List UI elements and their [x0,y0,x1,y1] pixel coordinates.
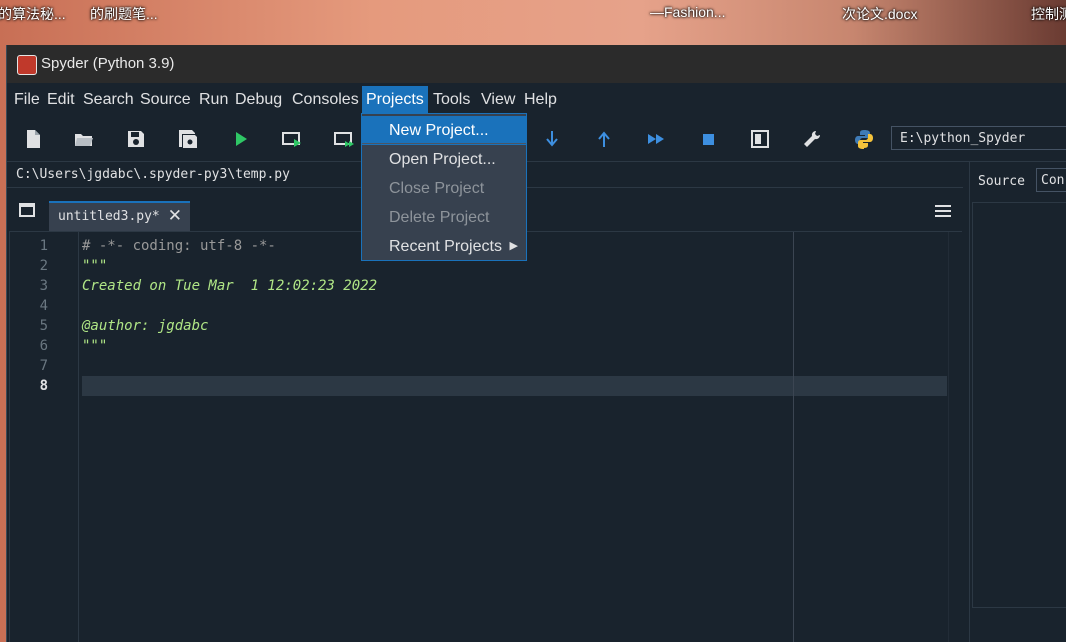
line-number: 1 [39,238,48,254]
menu-tools[interactable]: Tools [433,91,470,109]
edge-line-marker [793,232,794,642]
desktop-icon-label[interactable]: —Fashion... [650,4,725,20]
working-directory-field[interactable]: E:\python_Spyder [891,126,1066,150]
desktop-icon-label[interactable]: 的算法秘... [0,4,66,24]
preferences-wrench-icon[interactable] [802,129,822,149]
tab-label: untitled3.py* [58,209,160,224]
menu-bar: File Edit Search Source Run Debug Consol… [7,85,1066,115]
step-return-icon[interactable] [594,129,614,149]
line-number: 7 [39,358,48,374]
close-icon[interactable]: ✕ [168,206,182,226]
menu-item-delete-project: Delete Project [389,209,490,226]
projects-dropdown-menu: New Project... Open Project... Close Pro… [361,113,527,261]
menu-item-close-project: Close Project [389,180,485,197]
title-bar[interactable]: Spyder (Python 3.9) [7,45,1066,83]
menu-help[interactable]: Help [524,91,557,109]
desktop-icon-label[interactable]: 控制测 [1031,4,1066,24]
save-icon[interactable] [126,129,146,149]
menu-item-open-project[interactable]: Open Project... [362,145,526,174]
browse-tabs-icon[interactable] [19,203,35,217]
open-file-icon[interactable] [74,129,94,149]
source-combo[interactable]: Con [1036,168,1066,192]
code-line: """ [82,258,108,274]
menu-run[interactable]: Run [199,91,228,109]
menu-source[interactable]: Source [140,91,191,109]
save-all-icon[interactable] [178,129,198,149]
continue-icon[interactable] [646,129,666,149]
line-number: 4 [39,298,48,314]
spyder-window: Spyder (Python 3.9) File Edit Search Sou… [6,45,1066,642]
menu-item-label: Recent Projects [389,238,502,255]
code-editor[interactable]: 1 2 3 4 5 6 7 8 # -*- coding: utf-8 -*- … [9,231,963,642]
step-into-icon[interactable] [542,129,562,149]
line-number-current: 8 [39,378,48,394]
code-line: # -*- coding: utf-8 -*- [82,238,276,254]
editor-scrollbar[interactable] [948,232,963,642]
run-cell-advance-icon[interactable] [334,129,354,149]
spyder-logo-icon [17,55,37,75]
tab-untitled3[interactable]: untitled3.py* ✕ [49,201,190,231]
line-number: 3 [39,278,48,294]
menu-separator [362,143,526,144]
line-number: 6 [39,338,48,354]
line-number-gutter: 1 2 3 4 5 6 7 8 [10,232,79,642]
menu-file[interactable]: File [14,91,40,109]
code-line: @author: jgdabc [82,318,209,334]
desktop-icon-label[interactable]: 次论文.docx [842,4,917,24]
current-line-highlight [82,376,947,396]
menu-projects[interactable]: Projects [362,86,428,114]
help-pane: Source Con [969,162,1066,642]
submenu-arrow-icon: ▶ [509,240,518,252]
run-icon[interactable] [231,129,251,149]
menu-debug[interactable]: Debug [235,91,282,109]
desktop-icon-label[interactable]: 的刷题笔... [90,4,158,24]
menu-edit[interactable]: Edit [47,91,75,109]
run-cell-icon[interactable] [282,129,302,149]
new-file-icon[interactable] [23,129,43,149]
source-label: Source [978,174,1025,189]
menu-item-new-project[interactable]: New Project... [362,116,526,145]
code-line: """ [82,338,108,354]
menu-view[interactable]: View [481,91,515,109]
help-content-panel [972,202,1066,608]
python-path-icon[interactable] [854,129,874,149]
menu-item-recent-projects[interactable]: Recent Projects ▶ [362,232,526,261]
menu-search[interactable]: Search [83,91,134,109]
window-title: Spyder (Python 3.9) [41,55,175,72]
code-line: Created on Tue Mar 1 12:02:23 2022 [82,278,378,294]
code-area[interactable]: # -*- coding: utf-8 -*- """ Created on T… [82,232,952,642]
line-number: 5 [39,318,48,334]
stop-icon[interactable] [698,129,718,149]
maximize-pane-icon[interactable] [750,129,770,149]
options-menu-icon[interactable] [935,205,951,220]
line-number: 2 [39,258,48,274]
menu-consoles[interactable]: Consoles [292,91,359,109]
